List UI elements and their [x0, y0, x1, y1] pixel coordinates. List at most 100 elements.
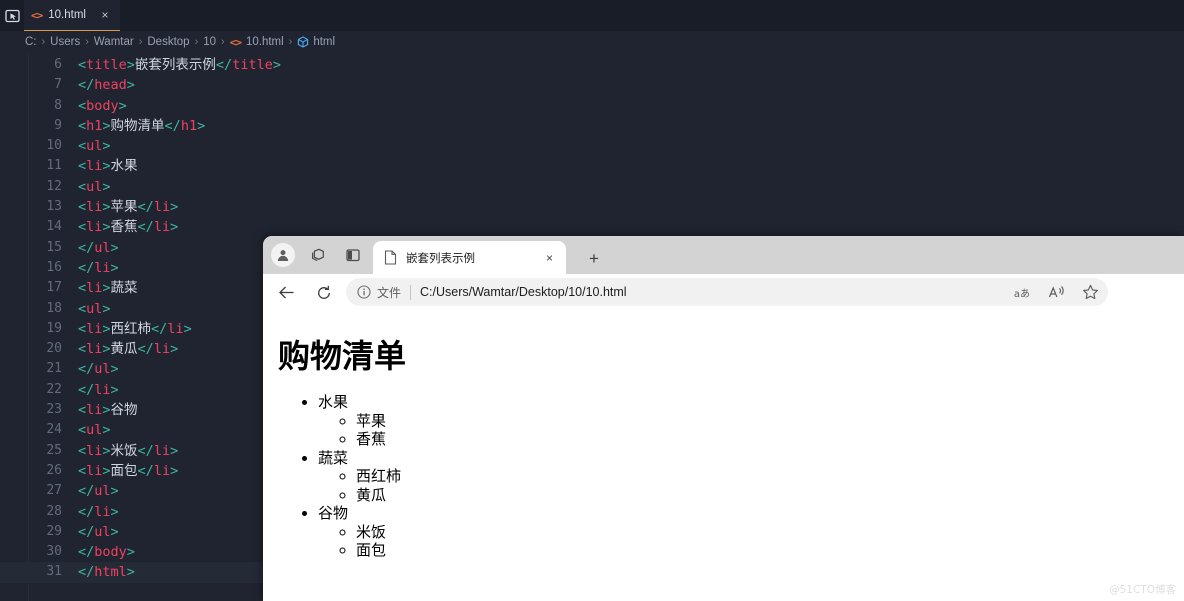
collections-icon[interactable]: [306, 243, 330, 267]
line-number: 20: [46, 341, 62, 357]
breadcrumb-separator: ›: [288, 36, 293, 48]
breadcrumb-item-2[interactable]: Wamtar: [94, 36, 134, 48]
code-token: title: [232, 57, 273, 73]
code-line[interactable]: 12 <ul>: [0, 177, 1184, 197]
split-screen-icon[interactable]: [341, 243, 365, 267]
line-number: 24: [46, 422, 62, 438]
line-number: 10: [46, 138, 62, 154]
code-line[interactable]: 13 <li>苹果</li>: [0, 197, 1184, 217]
line-number: 8: [54, 97, 62, 113]
code-token: <: [78, 158, 87, 175]
code-token: >: [102, 442, 111, 459]
breadcrumb-separator: ›: [194, 36, 199, 48]
profile-avatar[interactable]: [271, 243, 295, 267]
nested-list: 米饭面包: [318, 523, 1184, 560]
list-item: 蔬菜西红柿黄瓜: [318, 449, 1184, 505]
code-token: >: [170, 341, 179, 358]
code-line[interactable]: 8 <body>: [0, 96, 1184, 116]
breadcrumb-item-3[interactable]: Desktop: [147, 36, 189, 48]
code-token: >: [102, 158, 111, 175]
code-token: 蔬菜: [110, 280, 138, 297]
breadcrumb-item-4[interactable]: 10: [203, 36, 216, 48]
breadcrumb-separator: ›: [221, 36, 225, 48]
code-line[interactable]: 14 <li>香蕉</li>: [0, 217, 1184, 237]
code-token: <: [78, 219, 87, 236]
breadcrumb-item-5[interactable]: 10.html: [246, 36, 284, 48]
code-token: </: [78, 503, 95, 520]
browser-window: 嵌套列表示例 × + 文件 C:/Users/Wamtar/Desktop/10…: [263, 236, 1184, 601]
code-token: ul: [94, 523, 111, 540]
page-file-icon: [384, 250, 397, 265]
line-content: </ul>: [78, 238, 119, 258]
shopping-list: 水果苹果香蕉蔬菜西红柿黄瓜谷物米饭面包: [263, 393, 1184, 560]
new-tab-button[interactable]: +: [583, 247, 605, 269]
read-aloud-icon[interactable]: [1046, 282, 1066, 302]
code-line[interactable]: 10 <ul>: [0, 136, 1184, 156]
rendered-page-content: 购物清单 水果苹果香蕉蔬菜西红柿黄瓜谷物米饭面包: [263, 310, 1184, 601]
code-token: </: [78, 239, 95, 256]
line-content: <ul>: [78, 177, 111, 197]
code-token: >: [110, 381, 119, 398]
code-token: >: [183, 320, 192, 337]
line-number: 17: [46, 280, 62, 296]
breadcrumb-item-0[interactable]: C:: [25, 36, 37, 48]
code-token: </: [78, 483, 95, 500]
code-token: li: [86, 219, 103, 236]
code-token: >: [110, 503, 119, 520]
code-token: li: [153, 199, 171, 216]
line-number: 22: [46, 381, 62, 397]
code-line[interactable]: 9 <h1>购物清单</h1>: [0, 116, 1184, 136]
breadcrumb-item-6[interactable]: html: [313, 36, 335, 48]
url-text[interactable]: C:/Users/Wamtar/Desktop/10/10.html: [420, 285, 627, 299]
line-number: 29: [46, 523, 62, 539]
code-token: li: [86, 158, 103, 175]
code-token: li: [86, 462, 103, 479]
translate-icon[interactable]: aあ: [1012, 282, 1032, 302]
browser-tab-close-icon[interactable]: ×: [542, 250, 557, 265]
favorites-star-icon[interactable]: [1080, 282, 1100, 302]
code-token: <: [78, 57, 87, 73]
line-number: 23: [46, 402, 62, 418]
browser-tab[interactable]: 嵌套列表示例 ×: [373, 241, 566, 274]
browser-tab-title: 嵌套列表示例: [406, 252, 475, 265]
screencast-icon[interactable]: [2, 6, 24, 26]
refresh-icon[interactable]: [312, 281, 335, 304]
editor-tab-close-icon[interactable]: ×: [98, 8, 112, 22]
line-content: </li>: [78, 380, 119, 400]
code-token: >: [102, 462, 111, 479]
code-token: li: [167, 320, 184, 337]
info-circle-icon[interactable]: [357, 285, 371, 299]
code-token: </: [137, 442, 154, 459]
code-token: 谷物: [110, 402, 138, 419]
line-number: 28: [46, 503, 62, 519]
code-token: >: [126, 544, 135, 561]
code-token: ul: [94, 239, 111, 256]
editor-tab-10-html[interactable]: <> 10.html ×: [24, 0, 120, 31]
code-token: >: [102, 300, 111, 317]
nested-list-item: 米饭: [356, 523, 1184, 542]
code-line[interactable]: 11 <li>水果: [0, 156, 1184, 176]
code-token: >: [126, 57, 135, 73]
code-token: 面包: [110, 462, 138, 479]
page-title: 购物清单: [278, 337, 407, 375]
back-arrow-icon[interactable]: [275, 281, 298, 304]
breadcrumb-item-1[interactable]: Users: [50, 36, 80, 48]
line-content: <body>: [78, 96, 127, 116]
breadcrumb-separator: ›: [41, 36, 46, 48]
code-token: <: [78, 402, 87, 419]
address-bar[interactable]: 文件 C:/Users/Wamtar/Desktop/10/10.html aあ: [346, 278, 1108, 306]
line-number: 7: [54, 77, 62, 93]
code-token: li: [86, 320, 103, 337]
code-line[interactable]: 7 </head>: [0, 75, 1184, 95]
code-token: h1: [86, 117, 103, 134]
line-content: </head>: [78, 75, 135, 95]
code-token: li: [94, 381, 111, 398]
line-content: <li>苹果</li>: [78, 197, 178, 217]
code-line[interactable]: 6 <title>嵌套列表示例</title>: [0, 55, 1184, 75]
line-number: 6: [54, 57, 62, 72]
code-token: ul: [86, 178, 103, 195]
line-number: 18: [46, 300, 62, 316]
line-content: <li>蔬菜: [78, 278, 138, 298]
code-token: <: [78, 138, 87, 155]
list-item: 谷物米饭面包: [318, 504, 1184, 560]
